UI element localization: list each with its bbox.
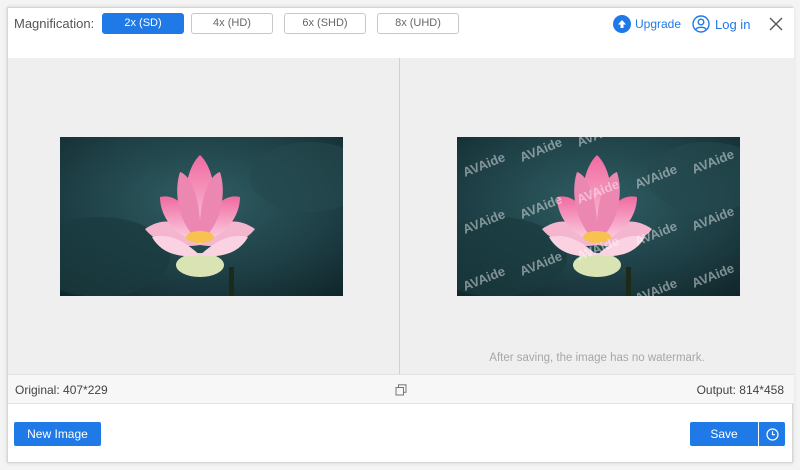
original-size: Original: 407*229 — [15, 383, 108, 397]
login-label: Log in — [715, 16, 751, 32]
info-bar: Original: 407*229 Output: 814*458 — [8, 374, 794, 404]
clock-icon — [765, 427, 779, 441]
mag-option-2x[interactable]: 2x (SD) — [102, 13, 184, 34]
history-button[interactable] — [759, 422, 785, 446]
mag-option-4x[interactable]: 4x (HD) — [191, 13, 273, 34]
user-icon — [692, 15, 710, 33]
magnification-label: Magnification: — [14, 16, 95, 31]
save-button[interactable]: Save — [690, 422, 758, 446]
watermark-note: After saving, the image has no watermark… — [489, 352, 705, 364]
preview-divider — [399, 58, 400, 374]
output-image: AVAide AVAide AVAide AVAide AVAide AVAide AVAi… — [457, 137, 740, 296]
upgrade-icon — [613, 15, 631, 33]
upgrade-button[interactable]: Upgrade — [613, 14, 681, 34]
close-icon[interactable] — [768, 16, 784, 32]
login-button[interactable]: Log in — [692, 14, 750, 34]
compare-icon[interactable] — [395, 384, 407, 396]
original-image — [60, 137, 343, 296]
header: Magnification: 2x (SD) 4x (HD) 6x (SHD) … — [8, 8, 794, 58]
enhancer-window: Magnification: 2x (SD) 4x (HD) 6x (SHD) … — [7, 7, 794, 463]
upgrade-label: Upgrade — [635, 17, 682, 31]
mag-option-6x[interactable]: 6x (SHD) — [284, 13, 366, 34]
preview-area: AVAide AVAide AVAide AVAide AVAide AVAide AVAi… — [8, 58, 794, 374]
mag-option-8x[interactable]: 8x (UHD) — [377, 13, 459, 34]
output-size: Output: 814*458 — [696, 383, 784, 397]
new-image-button[interactable]: New Image — [14, 422, 101, 446]
